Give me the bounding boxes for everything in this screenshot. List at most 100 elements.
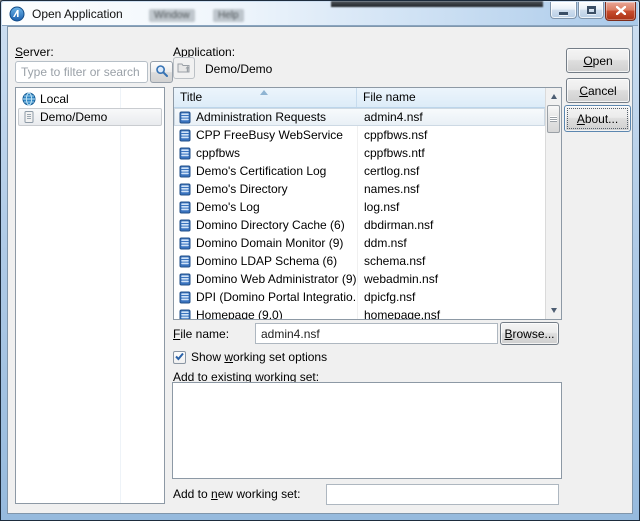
magnifier-icon xyxy=(155,64,169,81)
server-item-label: Local xyxy=(40,92,69,106)
row-filename: dpicfg.nsf xyxy=(357,290,544,304)
browse-button[interactable]: Browse... xyxy=(500,322,559,345)
database-icon xyxy=(179,219,191,232)
close-button[interactable] xyxy=(605,2,636,21)
database-icon xyxy=(179,255,191,268)
row-title-cell: Domino Directory Cache (6) xyxy=(175,218,357,232)
row-title-cell: Demo's Directory xyxy=(175,182,357,196)
current-application: Demo/Demo xyxy=(205,62,272,76)
new-working-set-input[interactable] xyxy=(326,484,559,505)
database-icon xyxy=(179,309,191,320)
database-icon xyxy=(179,291,191,304)
existing-working-set-listbox[interactable] xyxy=(172,382,562,479)
server-label: Server: xyxy=(15,45,54,59)
scroll-down-icon xyxy=(551,308,557,313)
table-scrollbar[interactable] xyxy=(545,88,561,319)
about-button[interactable]: About... xyxy=(564,105,631,132)
row-filename: schema.nsf xyxy=(357,254,544,268)
row-title: cppfbws xyxy=(196,146,240,160)
table-row[interactable]: Demo's Certification Log certlog.nsf xyxy=(174,162,545,180)
ghost-menu-window: Window xyxy=(149,9,195,22)
database-icon xyxy=(179,165,191,178)
database-icon xyxy=(179,147,191,160)
row-title-cell: Domino Web Administrator (9) xyxy=(175,272,357,286)
window-title: Open Application xyxy=(32,7,123,21)
minimize-icon xyxy=(559,12,568,15)
close-icon xyxy=(616,4,626,18)
table-row[interactable]: DPI (Domino Portal Integratio...dpicfg.n… xyxy=(174,288,545,306)
row-filename: webadmin.nsf xyxy=(357,272,544,286)
row-filename: ddm.nsf xyxy=(357,236,544,250)
table-row[interactable]: Administration Requests admin4.nsf xyxy=(174,108,545,126)
row-title: CPP FreeBusy WebService xyxy=(196,128,343,142)
ghost-menu-help: Help xyxy=(213,9,244,22)
maximize-button[interactable] xyxy=(578,2,604,19)
row-title: Domino Directory Cache (6) xyxy=(196,218,345,232)
row-title-cell: Homepage (9.0) xyxy=(175,308,357,319)
application-table-body: Administration Requests admin4.nsf CPP Fre… xyxy=(174,108,545,319)
row-title-cell: Demo's Log xyxy=(175,200,357,214)
database-icon xyxy=(179,183,191,196)
open-button[interactable]: Open xyxy=(566,48,630,73)
database-icon xyxy=(179,111,191,124)
cancel-button[interactable]: Cancel xyxy=(566,78,630,103)
server-list[interactable]: Local Demo/Demo xyxy=(15,87,165,504)
table-row[interactable]: Demo's Log log.nsf xyxy=(174,198,545,216)
checkmark-icon xyxy=(174,351,185,365)
row-title-cell: Domino Domain Monitor (9) xyxy=(175,236,357,250)
table-row[interactable]: Demo's Directory names.nsf xyxy=(174,180,545,198)
scrollbar-thumb[interactable] xyxy=(547,105,560,133)
sort-ascending-icon xyxy=(260,90,268,95)
show-working-set-checkbox[interactable] xyxy=(173,351,186,364)
row-title: DPI (Domino Portal Integratio... xyxy=(196,290,357,304)
table-header: Title File name xyxy=(174,88,545,108)
show-working-set-label[interactable]: Show working set options xyxy=(191,350,327,364)
open-parent-folder-icon xyxy=(177,60,191,77)
row-title: Domino Web Administrator (9) xyxy=(196,272,357,286)
row-title: Demo's Certification Log xyxy=(196,164,326,178)
scroll-down-button[interactable] xyxy=(546,303,561,318)
table-row[interactable]: cppfbwscppfbws.ntf xyxy=(174,144,545,162)
table-row[interactable]: Domino Web Administrator (9)webadmin.nsf xyxy=(174,270,545,288)
row-title: Demo's Directory xyxy=(196,182,288,196)
table-row[interactable]: Homepage (9.0) homepage.nsf xyxy=(174,306,545,319)
notes-app-icon xyxy=(9,6,25,22)
file-name-label: File name: xyxy=(173,327,229,341)
table-row[interactable]: Domino LDAP Schema (6)schema.nsf xyxy=(174,252,545,270)
server-list-item[interactable]: Local xyxy=(18,90,162,108)
row-filename: log.nsf xyxy=(357,200,544,214)
table-row[interactable]: Domino Domain Monitor (9) ddm.nsf xyxy=(174,234,545,252)
file-name-input[interactable] xyxy=(255,323,498,344)
row-filename: homepage.nsf xyxy=(357,308,544,319)
row-title: Demo's Log xyxy=(196,200,260,214)
server-icon xyxy=(22,110,36,124)
background-window-artifact xyxy=(331,1,543,7)
row-filename: names.nsf xyxy=(357,182,544,196)
application-table: Title File name Administration Requests a… xyxy=(173,87,562,320)
row-title-cell: CPP FreeBusy WebService xyxy=(175,128,357,142)
database-icon xyxy=(179,237,191,250)
new-working-set-label: Add to new working set: xyxy=(173,487,300,501)
row-title: Homepage (9.0) xyxy=(196,308,283,319)
row-title-cell: DPI (Domino Portal Integratio... xyxy=(175,290,357,304)
server-list-item[interactable]: Demo/Demo xyxy=(18,108,162,126)
row-title: Domino Domain Monitor (9) xyxy=(196,236,343,250)
column-header-filename[interactable]: File name xyxy=(357,88,545,107)
row-title: Administration Requests xyxy=(196,110,326,124)
server-search-input[interactable] xyxy=(15,61,148,83)
open-parent-folder-button[interactable] xyxy=(173,57,195,79)
open-application-dialog: Open Application Window Help Server: xyxy=(0,0,640,521)
column-header-title[interactable]: Title xyxy=(174,88,357,107)
table-row[interactable]: CPP FreeBusy WebServicecppfbws.nsf xyxy=(174,126,545,144)
maximize-icon xyxy=(587,6,596,14)
table-row[interactable]: Domino Directory Cache (6)dbdirman.nsf xyxy=(174,216,545,234)
row-filename: admin4.nsf xyxy=(357,110,544,124)
database-icon xyxy=(179,201,191,214)
search-button[interactable] xyxy=(150,61,173,83)
database-icon xyxy=(179,129,191,142)
minimize-button[interactable] xyxy=(550,2,577,19)
row-filename: certlog.nsf xyxy=(357,164,544,178)
dialog-content: Server: LocalDemo/Demo Application: xyxy=(7,26,633,514)
scroll-up-button[interactable] xyxy=(546,89,561,104)
server-item-label: Demo/Demo xyxy=(40,110,107,124)
